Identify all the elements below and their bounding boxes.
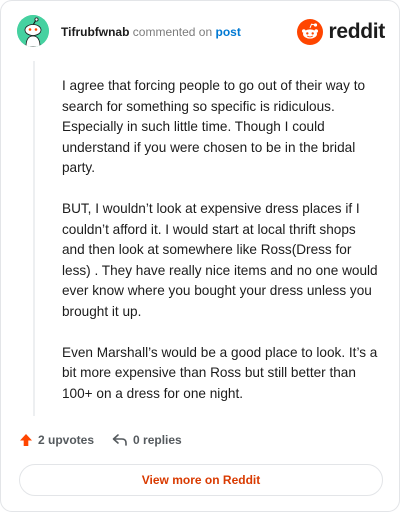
- comment-paragraph: Even Marshall’s would be a good place to…: [62, 344, 378, 401]
- reply-arrow-icon: [112, 434, 127, 446]
- comment-paragraph: I agree that forcing people to go out of…: [62, 78, 366, 176]
- avatar[interactable]: [17, 15, 49, 47]
- snoo-avatar-icon: [17, 15, 49, 47]
- comment-card: Tifrubfwnab commented on post reddit I a…: [0, 0, 400, 512]
- comment-meta: Tifrubfwnab commented on post: [61, 25, 241, 39]
- upvote-count: 2 upvotes: [38, 433, 95, 447]
- username[interactable]: Tifrubfwnab: [61, 25, 129, 39]
- comment-body: I agree that forcing people to go out of…: [62, 76, 378, 424]
- reddit-brand[interactable]: reddit: [297, 19, 385, 45]
- comment-actions: 2 upvotes 0 replies: [19, 431, 200, 449]
- upvote-button[interactable]: 2 upvotes: [19, 433, 94, 447]
- thread-line: [33, 61, 35, 416]
- reddit-wordmark: reddit: [328, 20, 385, 43]
- action-text: commented on: [132, 25, 213, 39]
- reply-count: 0 replies: [133, 433, 182, 447]
- post-link[interactable]: post: [216, 25, 241, 39]
- view-more-button[interactable]: View more on Reddit: [19, 464, 383, 496]
- comment-header: Tifrubfwnab commented on post reddit: [17, 15, 385, 55]
- reddit-logo-icon: [297, 19, 324, 45]
- replies-button[interactable]: 0 replies: [112, 433, 182, 447]
- upvote-arrow-icon: [20, 434, 32, 446]
- comment-paragraph: BUT, I wouldn’t look at expensive dress …: [62, 200, 378, 319]
